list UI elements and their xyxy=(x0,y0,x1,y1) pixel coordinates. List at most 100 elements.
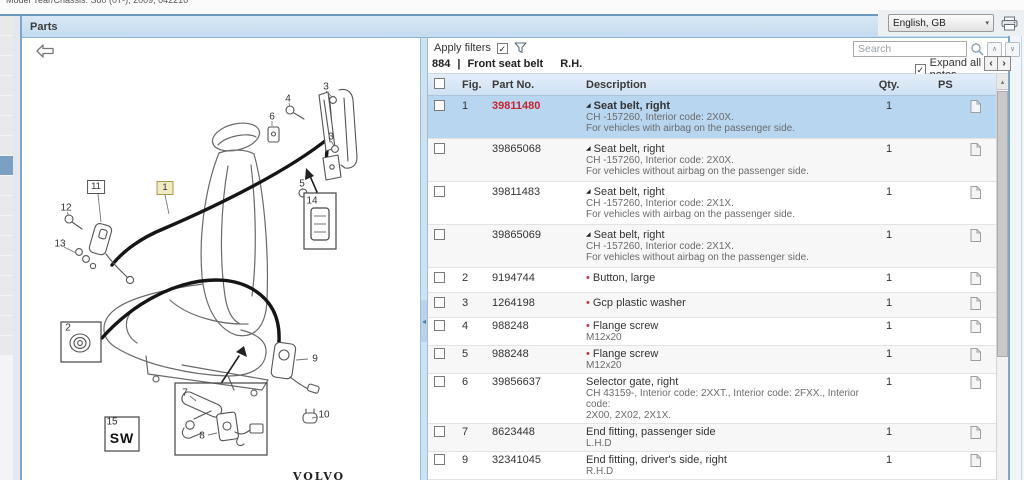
row-checkbox[interactable] xyxy=(434,186,445,197)
note-icon[interactable] xyxy=(970,229,981,242)
diagram-callout-13: 13 xyxy=(54,239,65,250)
fig-cell: 9 xyxy=(456,454,490,477)
header-ps[interactable]: PS xyxy=(912,79,996,91)
row-checkbox[interactable] xyxy=(434,272,445,283)
nav-strip-row[interactable] xyxy=(0,216,13,235)
part-number[interactable]: 39856637 xyxy=(490,376,586,421)
header-qty[interactable]: Qty. xyxy=(866,79,912,91)
select-all-checkbox[interactable] xyxy=(434,78,445,89)
note-page-icon xyxy=(970,186,981,199)
apply-filters-checkbox[interactable]: ✓ xyxy=(497,43,508,54)
back-button[interactable] xyxy=(36,44,54,58)
table-row[interactable]: 39865069◢Seat belt, rightCH -157260, Int… xyxy=(428,225,996,268)
part-number[interactable]: 32341045 xyxy=(490,454,586,477)
filter-funnel-icon[interactable] xyxy=(514,42,527,54)
note-icon[interactable] xyxy=(970,100,981,113)
nav-strip-row[interactable] xyxy=(0,196,13,215)
pane-splitter[interactable]: ◂ xyxy=(420,38,428,480)
part-number[interactable]: 39811483 xyxy=(490,186,586,220)
row-checkbox[interactable] xyxy=(434,229,445,240)
part-number[interactable]: 988248 xyxy=(490,348,586,371)
nav-strip-row[interactable] xyxy=(0,116,13,135)
scroll-up-button[interactable]: ▴ xyxy=(997,74,1008,90)
row-checkbox[interactable] xyxy=(434,297,445,308)
part-number[interactable]: 39811480 xyxy=(490,100,586,134)
nav-strip-row[interactable] xyxy=(0,296,13,315)
row-checkbox[interactable] xyxy=(434,320,445,331)
scrollbar-thumb[interactable] xyxy=(997,91,1008,357)
expanded-marker-icon[interactable]: ◢ xyxy=(586,232,591,238)
header-fig[interactable]: Fig. xyxy=(456,79,490,91)
part-number[interactable]: 8623448 xyxy=(490,426,586,449)
part-number[interactable]: 1264198 xyxy=(490,297,586,313)
table-row[interactable]: 31264198•Gcp plastic washer1 xyxy=(428,293,996,318)
fig-cell: 2 xyxy=(456,272,490,288)
nav-strip-row[interactable] xyxy=(0,316,13,335)
nav-strip-row[interactable] xyxy=(0,176,13,195)
nav-strip-row[interactable] xyxy=(0,76,13,95)
search-prev-button[interactable]: ∧ xyxy=(987,42,1002,57)
note-icon[interactable] xyxy=(970,143,981,156)
expanded-marker-icon[interactable]: ◢ xyxy=(586,189,591,195)
nav-strip-row[interactable] xyxy=(0,16,13,35)
description-cell: Selector gate, rightCH 43159-, Interior … xyxy=(586,376,866,421)
row-checkbox[interactable] xyxy=(434,143,445,154)
part-number[interactable]: 988248 xyxy=(490,320,586,343)
nav-strip-row[interactable] xyxy=(0,336,13,355)
fig-cell: 1 xyxy=(456,100,490,134)
part-note: For vehicles with airbag on the passenge… xyxy=(586,123,866,134)
nav-strip-row[interactable] xyxy=(0,56,13,75)
nav-strip-row[interactable] xyxy=(0,136,13,155)
header-part-no[interactable]: Part No. xyxy=(490,79,586,91)
nav-strip-row[interactable] xyxy=(0,276,13,295)
expand-all-notes-checkbox[interactable]: ✓ xyxy=(915,64,926,75)
search-next-button[interactable]: ∨ xyxy=(1005,42,1020,57)
row-checkbox[interactable] xyxy=(434,100,445,111)
note-icon[interactable] xyxy=(970,320,981,333)
note-icon[interactable] xyxy=(970,297,981,310)
row-checkbox[interactable] xyxy=(434,426,445,437)
table-row[interactable]: 932341045End fitting, driver's side, rig… xyxy=(428,452,996,480)
vertical-scrollbar[interactable]: ▴ xyxy=(996,74,1008,480)
table-row[interactable]: 639856637Selector gate, rightCH 43159-, … xyxy=(428,374,996,424)
note-icon[interactable] xyxy=(970,454,981,467)
row-checkbox[interactable] xyxy=(434,454,445,465)
part-number[interactable]: 39865069 xyxy=(490,229,586,263)
nav-strip-row[interactable] xyxy=(0,236,13,255)
part-number[interactable]: 39865068 xyxy=(490,143,586,177)
expanded-marker-icon[interactable]: ◢ xyxy=(586,103,591,109)
table-row[interactable]: 29194744•Button, large1 xyxy=(428,268,996,293)
qty-cell: 1 xyxy=(866,100,912,134)
header-description[interactable]: Description xyxy=(586,79,866,91)
notes-next-button[interactable]: › xyxy=(997,56,1011,71)
nav-strip-row[interactable] xyxy=(0,96,13,115)
print-button[interactable] xyxy=(1001,16,1018,31)
row-checkbox[interactable] xyxy=(434,348,445,359)
nav-strip-row[interactable] xyxy=(0,156,13,175)
search-group: ∧ ∨ xyxy=(853,41,1020,57)
table-row[interactable]: 4988248•Flange screwM12x201 xyxy=(428,318,996,346)
diagram-callout-12: 12 xyxy=(60,203,71,214)
nav-strip-row[interactable] xyxy=(0,36,13,55)
table-row[interactable]: 39811483◢Seat belt, rightCH -157260, Int… xyxy=(428,182,996,225)
diagram-callout-11[interactable]: 11 xyxy=(87,180,105,194)
nav-strip-row[interactable] xyxy=(0,256,13,275)
splitter-collapse-handle[interactable]: ◂ xyxy=(421,300,427,342)
search-button[interactable] xyxy=(970,42,984,56)
expanded-marker-icon[interactable]: ◢ xyxy=(586,146,591,152)
language-select[interactable]: English, GB ▾ xyxy=(888,14,994,32)
note-icon[interactable] xyxy=(970,376,981,389)
part-number[interactable]: 9194744 xyxy=(490,272,586,288)
notes-prev-button[interactable]: ‹ xyxy=(984,56,998,71)
note-icon[interactable] xyxy=(970,272,981,285)
note-icon[interactable] xyxy=(970,186,981,199)
diagram-callout-1[interactable]: 1 xyxy=(157,181,174,195)
table-row[interactable]: 78623448End fitting, passenger sideL.H.D… xyxy=(428,424,996,452)
note-icon[interactable] xyxy=(970,348,981,361)
table-row[interactable]: 5988248•Flange screwM12x201 xyxy=(428,346,996,374)
search-input[interactable] xyxy=(853,41,967,57)
row-checkbox[interactable] xyxy=(434,376,445,387)
table-row[interactable]: 139811480◢Seat belt, rightCH -157260, In… xyxy=(428,96,996,139)
note-icon[interactable] xyxy=(970,426,981,439)
table-row[interactable]: 39865068◢Seat belt, rightCH -157260, Int… xyxy=(428,139,996,182)
